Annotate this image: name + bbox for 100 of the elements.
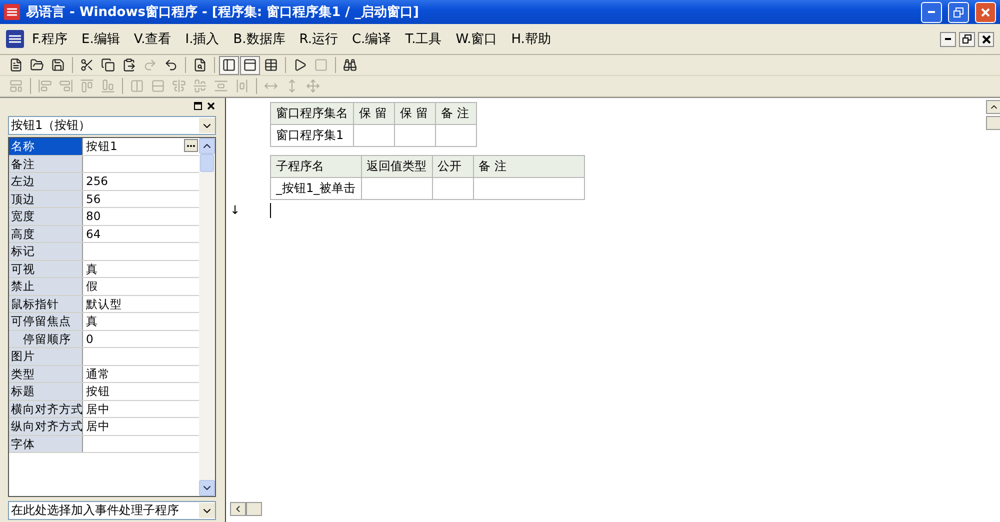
property-name[interactable]: 标题 [9,383,83,400]
property-value[interactable]: 0 [83,330,199,347]
open-folder-icon [30,58,44,72]
property-value[interactable]: 56 [83,190,199,207]
text-cursor [270,202,271,218]
play-icon [293,58,307,72]
property-name[interactable]: 纵向对齐方式 [9,418,83,434]
property-value[interactable]: 按钮 [83,383,199,400]
table-cell[interactable]: 窗口程序集1 [270,124,354,146]
scroll-up-button[interactable] [986,100,1000,114]
property-name[interactable]: 名称 [9,138,83,154]
property-name[interactable]: 高度 [9,226,83,242]
scroll-left-button[interactable] [230,502,246,516]
paste-icon [122,58,136,72]
menu-item[interactable]: W.窗口 [450,28,504,50]
center-vertical-icon [172,79,186,93]
property-name[interactable]: 备注 [9,156,83,172]
property-value[interactable]: 真 [83,313,199,330]
menu-item[interactable]: B.数据库 [227,28,292,50]
property-name[interactable]: 可停留焦点 [9,313,83,330]
more-button[interactable] [184,139,198,152]
scroll-down-button[interactable] [199,480,215,496]
menu-item[interactable]: R.运行 [293,28,344,50]
minimize-button[interactable] [940,32,956,46]
menu-item[interactable]: T.工具 [399,28,448,50]
event-selector[interactable]: 在此处选择加入事件处理子程序 [8,501,216,520]
copy-icon [101,58,115,72]
close-button[interactable] [978,32,994,46]
menu-item[interactable]: C.编译 [346,28,398,50]
top-panel-button[interactable] [240,56,260,74]
property-name[interactable]: 宽度 [9,208,83,224]
top-panel-icon [243,58,257,72]
maximize-icon [194,102,202,110]
table-cell[interactable] [432,178,474,200]
property-name[interactable]: 可视 [9,260,83,277]
window-title: 易语言 - Windows窗口程序 - [程序集: 窗口程序集1 / _启动窗口] [26,4,420,21]
layout-icon [9,79,23,93]
scroll-thumb[interactable] [200,154,214,172]
property-name[interactable]: 鼠标指针 [9,296,83,312]
menu-item[interactable]: I.插入 [179,28,226,50]
menu-item[interactable]: E.编辑 [76,28,126,50]
property-name[interactable]: 禁止 [9,278,83,294]
code-editor[interactable]: 窗口程序集名 保 留 保 留 备 注 窗口程序集1 子程序名 返回值类型 公开 备 注 _按钮1_被单击 ↓ [225,98,1000,522]
align-top-icon [80,79,94,93]
property-value[interactable]: 真 [83,260,199,277]
property-name[interactable]: 标记 [9,243,83,260]
table-cell[interactable] [354,124,394,146]
center-horizontal-icon [193,79,207,93]
menu-item[interactable]: V.查看 [128,28,178,50]
table-icon [264,58,278,72]
space-horizontal-icon [235,79,249,93]
restore-button[interactable] [959,32,975,46]
menu-item[interactable]: H.帮助 [505,28,557,50]
property-name[interactable]: 字体 [9,436,83,452]
close-button[interactable] [205,100,216,111]
align-left-icon [38,79,52,93]
cut-icon [80,58,94,72]
object-selector[interactable]: 按钮1（按钮） [8,116,216,135]
dropdown-button[interactable] [199,118,215,133]
space-vertical-icon [214,79,228,93]
maximize-button[interactable] [192,100,203,111]
table-cell[interactable] [361,178,432,200]
columns-icon [130,79,144,93]
property-value[interactable]: 假 [83,278,199,294]
property-name[interactable]: 横向对齐方式 [9,400,83,417]
table-cell[interactable] [473,178,584,200]
property-value[interactable]: 默认型 [83,296,199,312]
restore-icon [962,34,972,44]
menu-item[interactable]: F.程序 [26,28,74,50]
property-value[interactable]: 80 [83,208,199,224]
left-panel-button[interactable] [219,56,239,74]
undo-icon [164,58,178,72]
column-header: 保 留 [394,102,436,124]
align-bottom-icon [101,79,115,93]
close-icon [206,102,214,110]
table-cell[interactable] [394,124,436,146]
scroll-thumb[interactable] [986,116,1000,130]
property-name[interactable]: 顶边 [9,190,83,207]
property-value[interactable]: 通常 [83,366,199,382]
property-name[interactable]: 图片 [9,348,83,364]
line-marker: ↓ [229,203,242,217]
table-cell[interactable]: _按钮1_被单击 [270,178,362,200]
table-cell[interactable] [436,124,476,146]
new-file-icon [9,58,23,72]
column-header: 返回值类型 [361,156,432,178]
property-value[interactable]: 居中 [83,400,199,417]
property-value[interactable]: 居中 [83,418,199,434]
property-name[interactable]: 类型 [9,366,83,382]
scroll-thumb[interactable] [246,502,262,516]
scrollbar[interactable] [199,138,215,496]
scroll-up-button[interactable] [199,138,215,154]
property-value[interactable]: 256 [83,173,199,190]
property-value[interactable]: 按钮1 [83,138,183,154]
same-size-icon [306,79,320,93]
property-value[interactable]: 64 [83,226,199,242]
property-name[interactable]: 停留顺序 [9,330,83,347]
dropdown-button[interactable] [199,503,215,518]
column-header: 子程序名 [270,156,362,178]
left-panel-icon [222,58,236,72]
property-name[interactable]: 左边 [9,173,83,190]
